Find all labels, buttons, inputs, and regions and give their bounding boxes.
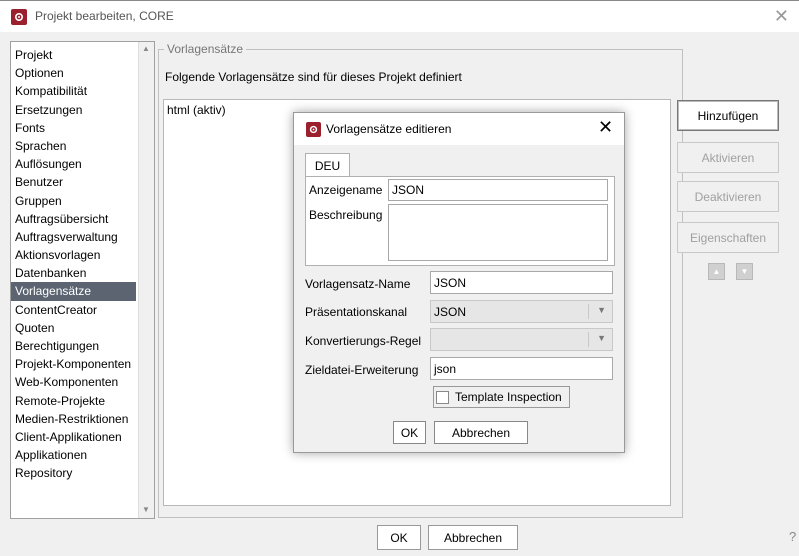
channel-select[interactable]: JSON ▼ xyxy=(430,300,613,323)
edit-template-set-dialog: Vorlagensätze editieren ✕ DEU Anzeigenam… xyxy=(293,112,625,453)
sidebar-item[interactable]: Fonts xyxy=(11,119,154,137)
display-name-field[interactable]: JSON xyxy=(388,179,608,201)
template-set-name-label: Vorlagensatz-Name xyxy=(305,277,411,291)
sidebar-item[interactable]: Client-Applikationen xyxy=(11,428,154,446)
move-down-icon[interactable]: ▼ xyxy=(736,263,753,280)
sidebar-item[interactable]: Benutzer xyxy=(11,173,154,191)
properties-button[interactable]: Eigenschaften xyxy=(677,222,779,253)
cancel-button[interactable]: Abbrechen xyxy=(428,525,518,550)
sidebar-item[interactable]: Quoten xyxy=(11,319,154,337)
description-field[interactable] xyxy=(388,204,608,261)
sidebar-item[interactable]: Kompatibilität xyxy=(11,82,154,100)
sidebar-item[interactable]: ContentCreator xyxy=(11,301,154,319)
sidebar-item[interactable]: Projekt xyxy=(11,46,154,64)
dialog-title: Vorlagensätze editieren xyxy=(326,122,452,136)
sidebar-item[interactable]: Vorlagensätze xyxy=(11,282,136,301)
chevron-down-icon[interactable]: ▼ xyxy=(597,333,606,343)
window-title: Projekt bearbeiten, CORE xyxy=(35,9,174,23)
channel-value: JSON xyxy=(434,304,467,319)
file-extension-label: Zieldatei-Erweiterung xyxy=(305,363,419,377)
dialog-close-icon[interactable]: ✕ xyxy=(598,118,613,136)
file-extension-field[interactable]: json xyxy=(430,357,613,380)
dialog-gear-icon xyxy=(306,122,321,137)
sidebar-item[interactable]: Ersetzungen xyxy=(11,101,154,119)
group-label: Vorlagensätze xyxy=(164,42,247,56)
template-inspection-label: Template Inspection xyxy=(455,390,562,404)
scroll-up-icon[interactable]: ▲ xyxy=(142,44,150,53)
ok-button[interactable]: OK xyxy=(377,525,421,550)
app-gear-icon xyxy=(11,9,27,25)
sidebar-item[interactable]: Applikationen xyxy=(11,446,154,464)
sidebar-item[interactable]: Medien-Restriktionen xyxy=(11,410,154,428)
scroll-down-icon[interactable]: ▼ xyxy=(142,505,150,514)
sidebar-item[interactable]: Web-Komponenten xyxy=(11,373,154,391)
sidebar-item[interactable]: Aktionsvorlagen xyxy=(11,246,154,264)
sidebar-item[interactable]: Berechtigungen xyxy=(11,337,154,355)
conversion-rule-select[interactable]: ▼ xyxy=(430,328,613,351)
sidebar-item[interactable]: Auflösungen xyxy=(11,155,154,173)
move-up-icon[interactable]: ▲ xyxy=(708,263,725,280)
window-titlebar: Projekt bearbeiten, CORE ✕ xyxy=(0,0,799,32)
sidebar-item[interactable]: Datenbanken xyxy=(11,264,154,282)
sidebar-item[interactable]: Remote-Projekte xyxy=(11,392,154,410)
template-set-name-field[interactable]: JSON xyxy=(430,271,613,294)
channel-label: Präsentationskanal xyxy=(305,305,408,319)
settings-category-list: Projekt Optionen Kompatibilität Ersetzungen… xyxy=(10,41,155,519)
dialog-cancel-button[interactable]: Abbrechen xyxy=(434,421,528,444)
sidebar-item[interactable]: Projekt-Komponenten xyxy=(11,355,154,373)
display-name-label: Anzeigename xyxy=(309,183,383,197)
template-sets-description: Folgende Vorlagensätze sind für dieses P… xyxy=(165,70,462,84)
description-label: Beschreibung xyxy=(309,208,383,222)
list-item[interactable]: html (aktiv) xyxy=(167,103,226,117)
sidebar-item[interactable]: Auftragsverwaltung xyxy=(11,228,154,246)
sidebar-item[interactable]: Repository xyxy=(11,464,154,482)
activate-button[interactable]: Aktivieren xyxy=(677,142,779,173)
checkbox-box[interactable] xyxy=(436,390,449,404)
help-icon[interactable]: ? xyxy=(789,529,796,544)
tab-deu[interactable]: DEU xyxy=(305,153,350,177)
chevron-down-icon[interactable]: ▼ xyxy=(597,305,606,315)
dialog-titlebar: Vorlagensätze editieren ✕ xyxy=(294,113,624,145)
add-button[interactable]: Hinzufügen xyxy=(677,100,779,131)
sidebar-item[interactable]: Auftragsübersicht xyxy=(11,210,154,228)
template-inspection-checkbox[interactable]: Template Inspection xyxy=(433,386,570,408)
sidebar-item[interactable]: Gruppen xyxy=(11,192,154,210)
sidebar-scrollbar[interactable]: ▲ ▼ xyxy=(138,42,154,518)
conversion-rule-label: Konvertierungs-Regel xyxy=(305,334,422,348)
dialog-ok-button[interactable]: OK xyxy=(393,421,426,444)
window-close-icon[interactable]: ✕ xyxy=(774,7,789,25)
deactivate-button[interactable]: Deaktivieren xyxy=(677,181,779,212)
sidebar-item[interactable]: Optionen xyxy=(11,64,154,82)
sidebar-item[interactable]: Sprachen xyxy=(11,137,154,155)
